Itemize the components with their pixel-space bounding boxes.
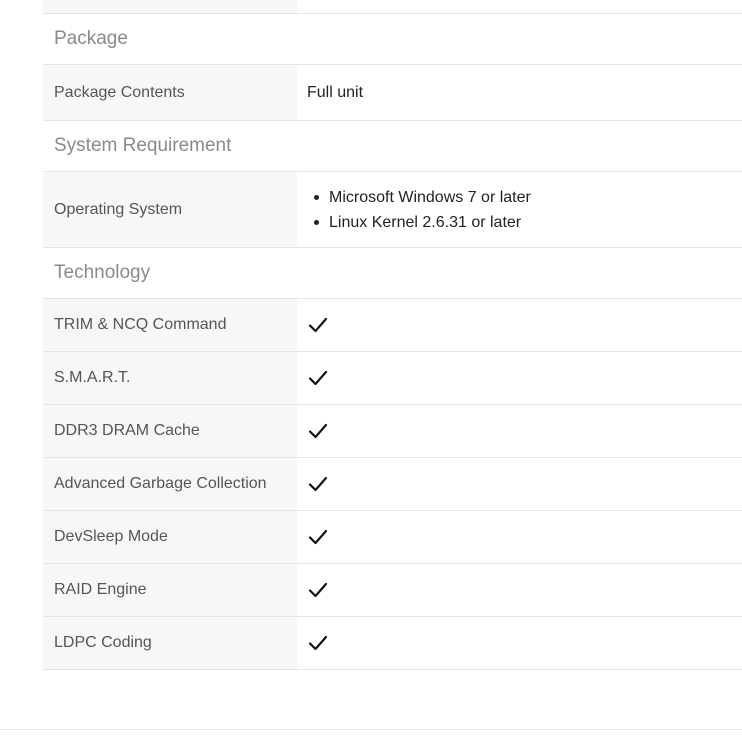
spec-value: Microsoft Windows 7 or later Linux Kerne… bbox=[297, 172, 742, 247]
spec-value bbox=[297, 405, 742, 457]
spec-row-smart: S.M.A.R.T. bbox=[43, 352, 742, 405]
spec-value: Full unit bbox=[307, 83, 364, 101]
spec-label: Operating System bbox=[43, 172, 297, 247]
checkmark-icon bbox=[308, 317, 328, 333]
spec-value bbox=[297, 458, 742, 510]
spec-value bbox=[297, 511, 742, 563]
checkmark-icon bbox=[308, 476, 328, 492]
section-title-system-requirement: System Requirement bbox=[43, 121, 742, 172]
spec-label: TRIM & NCQ Command bbox=[43, 299, 297, 351]
checkmark-icon bbox=[308, 635, 328, 651]
footer-divider bbox=[0, 729, 742, 730]
previous-row-stub bbox=[43, 0, 742, 14]
spec-value bbox=[297, 352, 742, 404]
checkmark-icon bbox=[308, 423, 328, 439]
checkmark-icon bbox=[308, 582, 328, 598]
spec-row-trim-ncq: TRIM & NCQ Command bbox=[43, 299, 742, 352]
os-list-item: Microsoft Windows 7 or later bbox=[314, 185, 531, 210]
spec-label: DDR3 DRAM Cache bbox=[43, 405, 297, 457]
spec-label: RAID Engine bbox=[43, 564, 297, 616]
spec-label: Advanced Garbage Collection bbox=[43, 458, 297, 510]
section-title-technology: Technology bbox=[43, 248, 742, 299]
checkmark-icon bbox=[308, 529, 328, 545]
spec-row-package-contents: Package Contents Full unit bbox=[43, 65, 742, 121]
os-list-item: Linux Kernel 2.6.31 or later bbox=[314, 210, 531, 235]
spec-page: Package Package Contents Full unit Syste… bbox=[0, 0, 742, 742]
previous-row-label-cell bbox=[43, 0, 297, 13]
spec-value bbox=[297, 617, 742, 669]
spec-row-ddr3-dram-cache: DDR3 DRAM Cache bbox=[43, 405, 742, 458]
spec-row-ldpc-coding: LDPC Coding bbox=[43, 617, 742, 670]
os-list: Microsoft Windows 7 or later Linux Kerne… bbox=[307, 185, 531, 235]
spec-row-advanced-garbage-collection: Advanced Garbage Collection bbox=[43, 458, 742, 511]
spec-label: LDPC Coding bbox=[43, 617, 297, 669]
spec-value bbox=[297, 564, 742, 616]
spec-value bbox=[297, 299, 742, 351]
spec-row-operating-system: Operating System Microsoft Windows 7 or … bbox=[43, 172, 742, 248]
spec-label: DevSleep Mode bbox=[43, 511, 297, 563]
spec-label: Package Contents bbox=[43, 65, 297, 120]
spec-row-devsleep-mode: DevSleep Mode bbox=[43, 511, 742, 564]
spec-label: S.M.A.R.T. bbox=[43, 352, 297, 404]
spec-row-raid-engine: RAID Engine bbox=[43, 564, 742, 617]
spec-table: Package Package Contents Full unit Syste… bbox=[43, 0, 742, 670]
section-title-package: Package bbox=[43, 14, 742, 65]
checkmark-icon bbox=[308, 370, 328, 386]
